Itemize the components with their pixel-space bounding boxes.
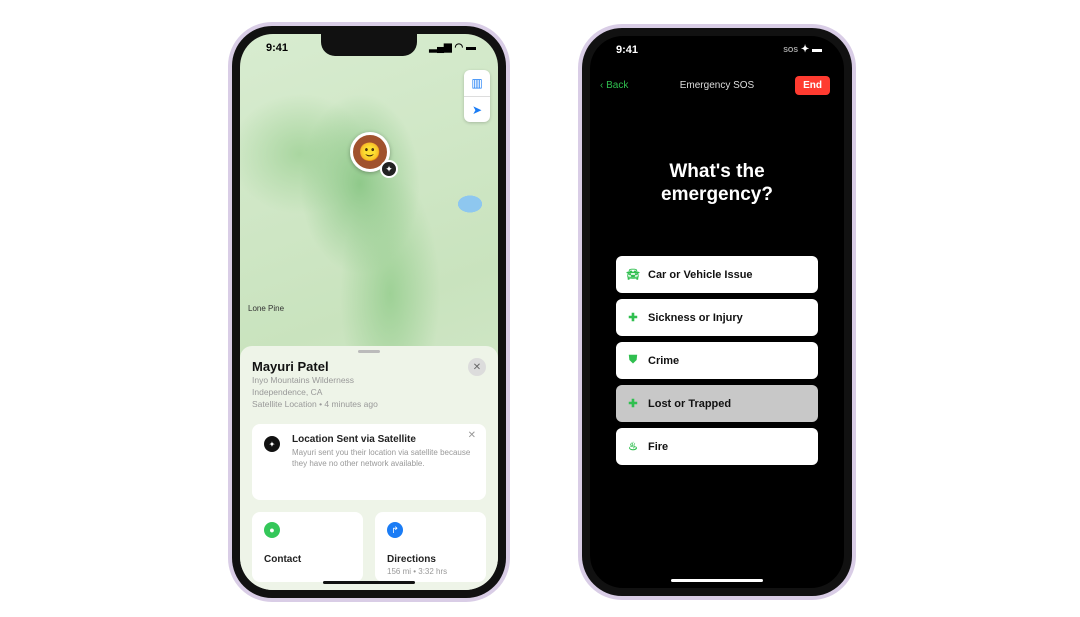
option-label: Car or Vehicle Issue [648,268,753,281]
card-title: Location Sent via Satellite [292,434,416,445]
option-fire[interactable]: ♨ Fire [616,428,818,465]
end-button[interactable]: End [795,76,830,95]
notch [321,34,417,56]
satellite-icon: ✦ [264,436,280,452]
location-time: Satellite Location • 4 minutes ago [252,399,378,409]
map-place-label: Lone Pine [248,304,285,313]
question-heading: What's the emergency? [661,161,773,205]
option-label: Lost or Trapped [648,397,732,410]
satellite-icon: ✦ [380,160,398,178]
person-name: Mayuri Patel [252,359,329,374]
contact-button[interactable]: ● Contact [252,512,363,582]
card-description: Mayuri sent you their location via satel… [292,448,471,468]
directions-button[interactable]: ↱ Directions 156 mi • 3:32 hrs [375,512,486,582]
option-label: Sickness or Injury [648,311,743,324]
shield-icon: ⛊ [628,354,638,366]
directions-distance: 156 mi • 3:32 hrs [387,567,448,576]
nav-bar: ‹ Back Emergency SOS End [590,76,844,98]
close-icon[interactable]: ✕ [468,430,476,441]
directions-icon: ↱ [387,522,403,538]
location-city: Independence, CA [252,387,323,397]
map-controls: ▥ ➤ [464,70,490,122]
option-crime[interactable]: ⛊ Crime [616,342,818,379]
emergency-options: 🚘︎ Car or Vehicle Issue ✚ Sickness or Inju… [616,256,818,471]
find-my-screen: 9:41 ▂▄▆ ◠ ▬ ▥ ➤ 🙂 ✦ Lone Pine Mayuri Pa… [240,34,498,590]
location-area: Inyo Mountains Wilderness [252,375,355,385]
status-icons: SOS ✦ ▬ [783,44,822,55]
sos-indicator: SOS [783,47,799,54]
medkit-icon: ✚ [628,312,638,324]
location-arrow-icon[interactable]: ➤ [464,96,490,122]
option-label: Fire [648,440,669,453]
option-lost[interactable]: ✚ Lost or Trapped [616,385,818,422]
option-car[interactable]: 🚘︎ Car or Vehicle Issue [616,256,818,293]
status-icons: ▂▄▆ ◠ ▬ [429,42,476,53]
satellite-card: ✦ Location Sent via Satellite Mayuri sen… [252,424,486,500]
action-label: Contact [264,554,302,565]
action-label: Directions [387,554,436,565]
home-indicator[interactable] [323,581,415,584]
close-button[interactable]: ✕ [468,358,486,376]
home-indicator[interactable] [671,579,763,582]
sheet-grabber[interactable] [358,350,380,353]
person-sheet: Mayuri Patel Inyo Mountains Wilderness I… [240,346,498,590]
left-phone: 9:41 ▂▄▆ ◠ ▬ ▥ ➤ 🙂 ✦ Lone Pine Mayuri Pa… [228,22,510,602]
map-icon[interactable]: ▥ [464,70,490,96]
status-time: 9:41 [266,42,289,54]
option-label: Crime [648,354,680,367]
status-time: 9:41 [616,44,639,56]
option-sickness[interactable]: ✚ Sickness or Injury [616,299,818,336]
cross-icon: ✚ [628,398,638,410]
emergency-sos-screen: 9:41 SOS ✦ ▬ ‹ Back Emergency SOS End Wh… [590,36,844,588]
flame-icon: ♨ [628,441,638,453]
right-phone: 9:41 SOS ✦ ▬ ‹ Back Emergency SOS End Wh… [578,24,856,600]
car-icon: 🚘︎ [626,269,640,281]
notch [669,36,765,58]
person-icon: ● [264,522,280,538]
